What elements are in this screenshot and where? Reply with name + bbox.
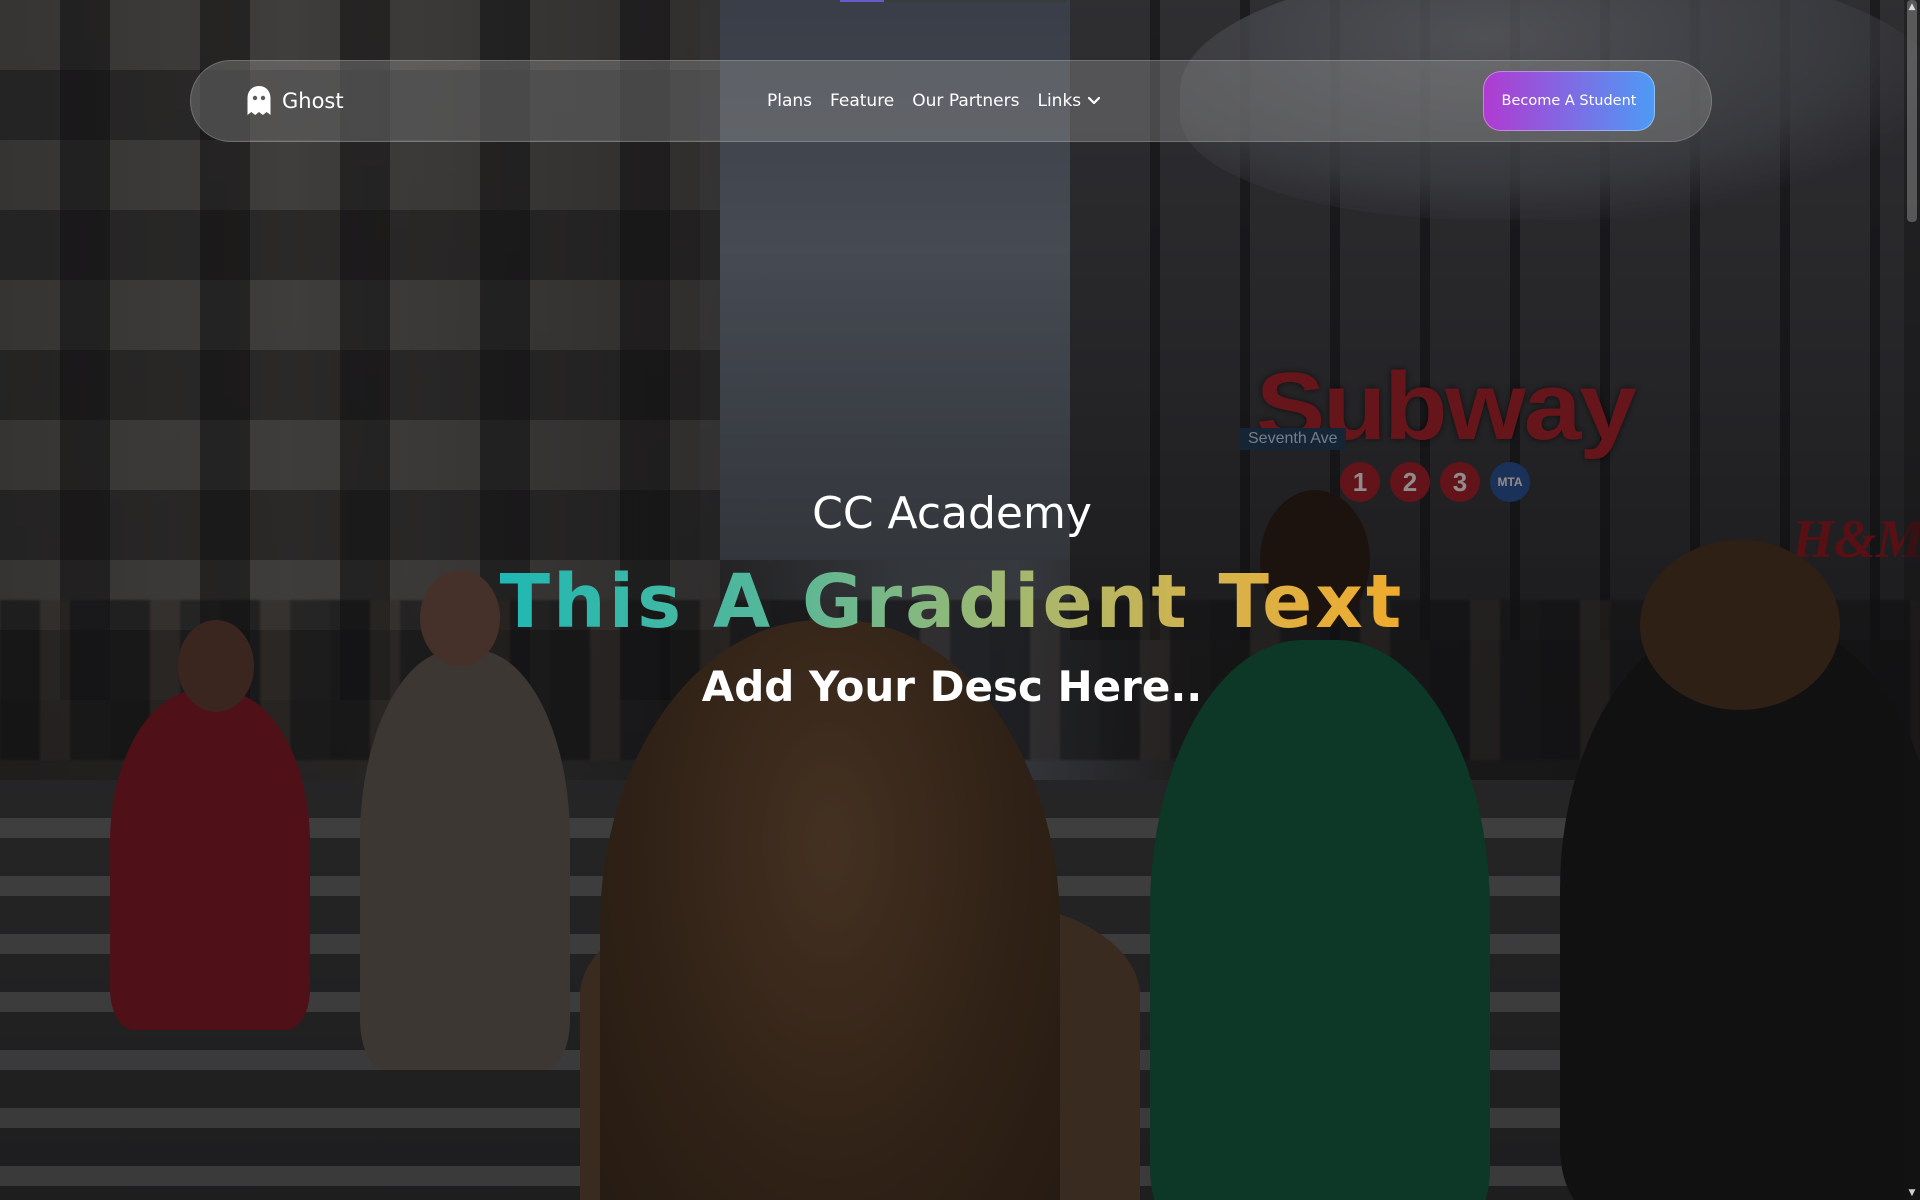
nav-link-links-label: Links — [1037, 91, 1082, 111]
chevron-down-icon — [1088, 96, 1101, 105]
page: Subway Seventh Ave 1 2 3 MTA H&M Ghost P… — [0, 0, 1920, 1200]
hero-gradient-title: This A Gradient Text — [500, 552, 1405, 652]
nav-link-plans[interactable]: Plans — [767, 91, 812, 111]
hero-description: Add Your Desc Here.. — [701, 662, 1203, 711]
navbar: Ghost Plans Feature Our Partners Links B… — [190, 60, 1712, 142]
ghost-icon — [247, 86, 271, 115]
nav-link-our-partners[interactable]: Our Partners — [912, 91, 1019, 111]
nav-dropdown-links[interactable]: Links — [1037, 91, 1101, 111]
hero-section: CC Academy This A Gradient Text Add Your… — [0, 476, 1904, 722]
brand-name: Ghost — [282, 89, 344, 113]
nav-links: Plans Feature Our Partners Links — [767, 60, 1101, 142]
top-progress-line — [840, 0, 1066, 2]
page-scrollbar[interactable]: ▲ ▼ — [1904, 0, 1920, 1200]
brand-logo[interactable]: Ghost — [246, 60, 344, 142]
hero-subtitle: CC Academy — [812, 488, 1092, 539]
become-a-student-button[interactable]: Become A Student — [1483, 71, 1655, 131]
scrollbar-thumb[interactable] — [1907, 0, 1917, 222]
scroll-down-arrow-icon[interactable]: ▼ — [1904, 1186, 1920, 1200]
nav-link-feature[interactable]: Feature — [830, 91, 894, 111]
